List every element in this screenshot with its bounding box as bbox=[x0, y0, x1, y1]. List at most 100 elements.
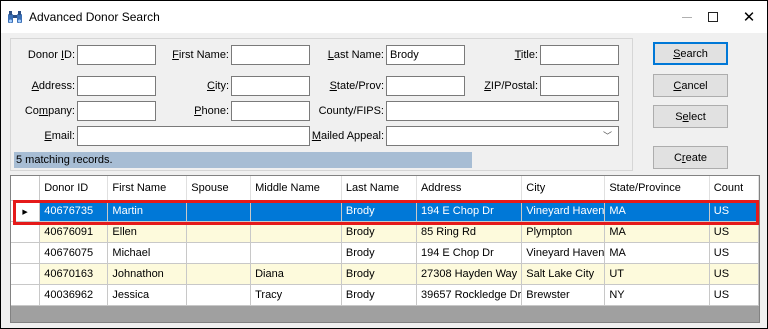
cell-first-name[interactable]: Martin bbox=[107, 200, 188, 222]
cell-address[interactable]: 194 E Chop Dr bbox=[416, 200, 523, 222]
minimize-icon bbox=[682, 16, 692, 18]
cell-city[interactable]: Salt Lake City bbox=[521, 263, 606, 285]
cell-city[interactable]: Brewster bbox=[521, 284, 606, 306]
column-header-middle-name[interactable]: Middle Name bbox=[250, 176, 342, 201]
cell-last-name[interactable]: Brody bbox=[341, 263, 417, 285]
title-bar[interactable]: Advanced Donor Search ✕ bbox=[1, 1, 767, 33]
first-name-label: First Name: bbox=[172, 49, 229, 61]
cell-city[interactable]: Vineyard Haven bbox=[521, 242, 606, 264]
table-row[interactable]: 40676075 Michael Brody 194 E Chop Dr Vin… bbox=[11, 242, 759, 264]
phone-input[interactable] bbox=[231, 101, 310, 121]
table-row[interactable]: 40676091 Ellen Brody 85 Ring Rd Plympton… bbox=[11, 221, 759, 243]
cancel-button[interactable]: Cancel bbox=[653, 74, 728, 97]
mailed-appeal-select[interactable]: ﹀ bbox=[386, 126, 619, 146]
row-header-corner bbox=[11, 176, 41, 201]
column-header-last-name[interactable]: Last Name bbox=[341, 176, 417, 201]
cell-middle-name[interactable] bbox=[250, 200, 342, 222]
row-header[interactable] bbox=[11, 242, 41, 264]
column-header-spouse[interactable]: Spouse bbox=[186, 176, 252, 201]
cell-first-name[interactable]: Ellen bbox=[107, 221, 188, 243]
row-header[interactable] bbox=[11, 284, 41, 306]
cell-state-province[interactable]: NY bbox=[604, 284, 710, 306]
cell-city[interactable]: Vineyard Haven bbox=[521, 200, 606, 222]
column-header-city[interactable]: City bbox=[521, 176, 606, 201]
column-header-donor-id[interactable]: Donor ID bbox=[39, 176, 109, 201]
table-row[interactable]: ▶ 40676735 Martin Brody 194 E Chop Dr Vi… bbox=[11, 200, 759, 222]
status-bar: 5 matching records. bbox=[14, 152, 472, 168]
cell-last-name[interactable]: Brody bbox=[341, 284, 417, 306]
zip-postal-label: ZIP/Postal: bbox=[484, 80, 538, 92]
cell-first-name[interactable]: Johnathon bbox=[107, 263, 188, 285]
cell-middle-name[interactable]: Diana bbox=[250, 263, 342, 285]
company-input[interactable] bbox=[77, 101, 156, 121]
cell-donor-id[interactable]: 40036962 bbox=[39, 284, 109, 306]
cell-state-province[interactable]: MA bbox=[604, 242, 710, 264]
column-header-state-province[interactable]: State/Province bbox=[604, 176, 710, 201]
cell-donor-id[interactable]: 40676075 bbox=[39, 242, 109, 264]
select-button[interactable]: Se lect bbox=[653, 105, 728, 128]
cell-country[interactable]: US bbox=[709, 221, 759, 243]
cell-state-province[interactable]: MA bbox=[604, 221, 710, 243]
cell-last-name[interactable]: Brody bbox=[341, 242, 417, 264]
company-label: Company: bbox=[24, 105, 75, 117]
cell-address[interactable]: 27308 Hayden Way bbox=[416, 263, 523, 285]
cell-spouse[interactable] bbox=[186, 200, 252, 222]
state-prov-input[interactable] bbox=[386, 76, 465, 96]
cell-middle-name[interactable] bbox=[250, 221, 342, 243]
row-pointer-icon: ▶ bbox=[22, 208, 28, 216]
cell-donor-id[interactable]: 40676735 bbox=[39, 200, 109, 222]
results-grid[interactable]: Donor ID First Name Spouse Middle Name L… bbox=[10, 175, 760, 323]
cell-city[interactable]: Plympton bbox=[521, 221, 606, 243]
cell-spouse[interactable] bbox=[186, 263, 252, 285]
cell-first-name[interactable]: Jessica bbox=[107, 284, 188, 306]
binoculars-icon bbox=[7, 10, 23, 24]
column-header-first-name[interactable]: First Name bbox=[107, 176, 188, 201]
mailed-appeal-label: Mailed Appeal: bbox=[311, 130, 384, 142]
address-input[interactable] bbox=[77, 76, 156, 96]
cell-country[interactable]: US bbox=[709, 242, 759, 264]
column-header-country[interactable]: Count bbox=[709, 176, 759, 201]
email-input[interactable] bbox=[77, 126, 310, 146]
cell-address[interactable]: 85 Ring Rd bbox=[416, 221, 523, 243]
window-title: Advanced Donor Search bbox=[29, 10, 160, 24]
email-label: Email: bbox=[44, 130, 75, 142]
zip-postal-input[interactable] bbox=[540, 76, 619, 96]
cell-spouse[interactable] bbox=[186, 284, 252, 306]
last-name-input[interactable]: Brody bbox=[386, 45, 465, 65]
maximize-button[interactable] bbox=[693, 1, 733, 33]
table-row[interactable]: 40670163 Johnathon Diana Brody 27308 Hay… bbox=[11, 263, 759, 285]
cell-first-name[interactable]: Michael bbox=[107, 242, 188, 264]
cell-country[interactable]: US bbox=[709, 200, 759, 222]
advanced-donor-search-window: Advanced Donor Search ✕ Donor ID: First … bbox=[0, 0, 768, 329]
cell-state-province[interactable]: UT bbox=[604, 263, 710, 285]
cell-country[interactable]: US bbox=[709, 284, 759, 306]
search-button[interactable]: Search bbox=[653, 42, 728, 65]
chevron-down-icon: ﹀ bbox=[602, 131, 612, 141]
state-prov-label: State/Prov: bbox=[329, 80, 384, 92]
cell-middle-name[interactable] bbox=[250, 242, 342, 264]
cell-spouse[interactable] bbox=[186, 221, 252, 243]
county-fips-input[interactable] bbox=[386, 101, 619, 121]
cell-last-name[interactable]: Brody bbox=[341, 221, 417, 243]
title-input[interactable] bbox=[540, 45, 619, 65]
row-header[interactable] bbox=[11, 221, 41, 243]
county-fips-label: County/FIPS: bbox=[318, 105, 384, 117]
cell-address[interactable]: 194 E Chop Dr bbox=[416, 242, 523, 264]
cell-last-name[interactable]: Brody bbox=[341, 200, 417, 222]
cell-country[interactable]: US bbox=[709, 263, 759, 285]
column-header-address[interactable]: Address bbox=[416, 176, 523, 201]
table-row[interactable]: 40036962 Jessica Tracy Brody 39657 Rockl… bbox=[11, 284, 759, 306]
donor-id-input[interactable] bbox=[77, 45, 156, 65]
create-button[interactable]: Cr eate bbox=[653, 146, 728, 169]
cell-donor-id[interactable]: 40670163 bbox=[39, 263, 109, 285]
close-button[interactable]: ✕ bbox=[729, 1, 768, 33]
cell-spouse[interactable] bbox=[186, 242, 252, 264]
cell-middle-name[interactable]: Tracy bbox=[250, 284, 342, 306]
cell-address[interactable]: 39657 Rockledge Dr bbox=[416, 284, 523, 306]
donor-id-label: Donor ID: bbox=[27, 49, 75, 61]
first-name-input[interactable] bbox=[231, 45, 310, 65]
cell-state-province[interactable]: MA bbox=[604, 200, 710, 222]
row-header[interactable] bbox=[11, 263, 41, 285]
cell-donor-id[interactable]: 40676091 bbox=[39, 221, 109, 243]
city-input[interactable] bbox=[231, 76, 310, 96]
